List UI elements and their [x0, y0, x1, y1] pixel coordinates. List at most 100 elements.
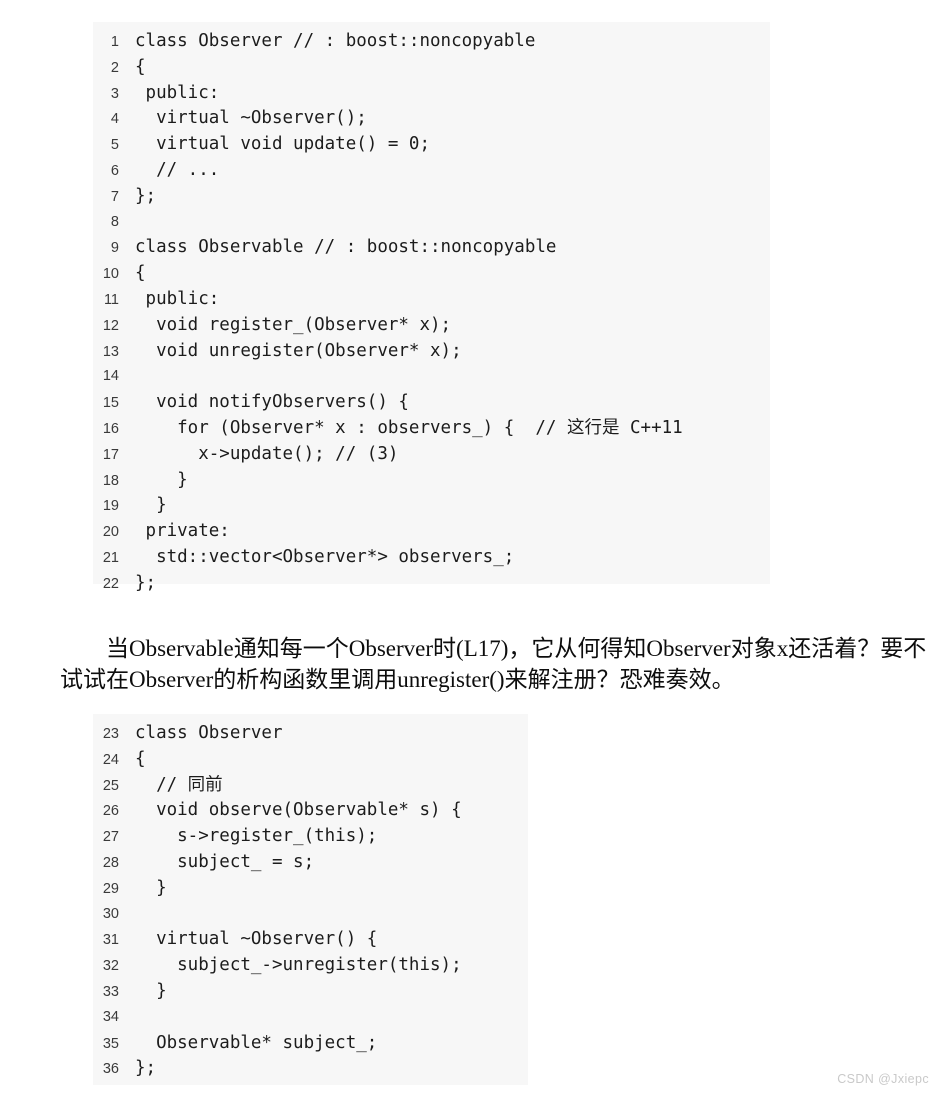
line-number: 3 [110, 85, 119, 102]
line-number: 30 [102, 905, 119, 922]
code-line: 26 void observe(Observable* s) { [93, 798, 528, 824]
code-line: 15 void notifyObservers() { [93, 390, 770, 416]
line-number: 13 [102, 343, 119, 360]
code-source-text: void register_(Observer* x); [135, 314, 452, 335]
csdn-watermark: CSDN @Jxiepc [837, 1072, 929, 1086]
code-line: 35 Observable* subject_; [93, 1031, 528, 1057]
code-line: 11 public: [93, 287, 770, 313]
line-number: 34 [102, 1008, 119, 1025]
code-line: 23 class Observer [93, 721, 528, 747]
line-number: 35 [102, 1035, 119, 1052]
code-line: 5 virtual void update() = 0; [93, 132, 770, 158]
code-line: 31 virtual ~Observer() { [93, 927, 528, 953]
code-source-text: std::vector<Observer*> observers_; [135, 546, 515, 567]
code-line: 25 // 同前 [93, 773, 528, 799]
line-number: 6 [110, 162, 119, 179]
code-line: 9 class Observable // : boost::noncopyabl… [93, 235, 770, 261]
code-source-text: x->update(); // (3) [135, 443, 399, 464]
explanatory-paragraph: 当Observable通知每一个Observer时(L17)，它从何得知Obse… [60, 636, 927, 692]
line-number: 8 [110, 213, 119, 230]
code-line: 33 } [93, 979, 528, 1005]
code-source-text: // ... [135, 159, 220, 180]
line-number: 14 [102, 368, 119, 385]
line-number: 5 [110, 137, 119, 154]
line-number: 1 [110, 34, 119, 50]
code-source-text: class Observer [135, 723, 283, 743]
line-number: 36 [102, 1061, 119, 1078]
code-line: 12 void register_(Observer* x); [93, 313, 770, 339]
code-source-text: void observe(Observable* s) { [135, 800, 462, 821]
line-number: 2 [110, 59, 119, 76]
code-listing-observer-subject: 23 class Observer 24{25 // 同前 26 void obser… [93, 714, 528, 1085]
code-source-text: } [135, 980, 167, 1001]
code-source-text: virtual ~Observer(); [135, 108, 367, 129]
line-number: 26 [102, 803, 119, 820]
code-source-text: { [135, 263, 146, 284]
line-number: 28 [102, 854, 119, 871]
code-line: 13 void unregister(Observer* x); [93, 339, 770, 365]
line-number: 11 [103, 291, 119, 308]
code-line: 16 for (Observer* x : observers_) { // 这… [93, 416, 770, 442]
code-source-text: }; [135, 572, 157, 593]
code-line: 17 x->update(); // (3) [93, 442, 770, 468]
line-number: 23 [102, 726, 119, 742]
code-source-text: class Observable // : boost::noncopyable [135, 237, 557, 258]
code-source-text: // 同前 [135, 774, 223, 795]
code-line: 14 [93, 364, 770, 390]
line-number: 24 [102, 751, 119, 768]
line-number: 16 [102, 420, 119, 437]
line-number: 19 [102, 498, 119, 515]
code-source-text: } [135, 469, 188, 490]
line-number: 9 [110, 240, 119, 257]
line-number: 31 [102, 932, 119, 949]
line-number: 15 [102, 395, 119, 412]
line-number: 17 [102, 446, 119, 463]
code-source-text: Observable* subject_; [135, 1032, 378, 1053]
code-line: 28 subject_ = s; [93, 850, 528, 876]
code-source-text: virtual ~Observer() { [135, 929, 378, 950]
code-source-text: { [135, 748, 146, 769]
code-source-text: private: [135, 521, 230, 542]
code-line: 7}; [93, 184, 770, 210]
line-number: 10 [102, 266, 119, 283]
code-line: 34 [93, 1005, 528, 1031]
code-line: 27 s->register_(this); [93, 824, 528, 850]
code-source-text: }; [135, 185, 157, 206]
code-source-text: public: [135, 288, 220, 309]
code-source-text: { [135, 56, 146, 77]
code-line: 8 [93, 210, 770, 236]
code-source-text: } [135, 877, 167, 898]
code-line: 21 std::vector<Observer*> observers_; [93, 545, 770, 571]
code-line: 20 private: [93, 519, 770, 545]
code-source-text: class Observer // : boost::noncopyable [135, 31, 536, 51]
line-number: 29 [102, 880, 119, 897]
code-line: 2{ [93, 55, 770, 81]
code-source-text: virtual void update() = 0; [135, 134, 431, 155]
line-number: 25 [102, 777, 119, 794]
line-number: 33 [102, 983, 119, 1000]
line-number: 4 [110, 111, 119, 128]
code-line: 36}; [93, 1056, 528, 1082]
code-line: 1 class Observer // : boost::noncopyable [93, 29, 770, 55]
code-line: 30 [93, 902, 528, 928]
line-number: 27 [102, 829, 119, 846]
code-line: 6 // ... [93, 158, 770, 184]
code-line: 32 subject_->unregister(this); [93, 953, 528, 979]
code-source-text: void unregister(Observer* x); [135, 340, 462, 361]
line-number: 12 [102, 317, 119, 334]
code-line: 22}; [93, 571, 770, 597]
code-line: 3 public: [93, 81, 770, 107]
line-number: 22 [102, 575, 119, 592]
code-line: 24 { [93, 747, 528, 773]
code-source-text: void notifyObservers() { [135, 392, 409, 413]
code-source-text: subject_ = s; [135, 851, 315, 872]
code-line: 10 { [93, 261, 770, 287]
code-source-text: }; [135, 1058, 157, 1079]
line-number: 20 [102, 524, 119, 541]
code-source-text: } [135, 495, 167, 516]
code-line: 18 } [93, 468, 770, 494]
line-number: 7 [110, 188, 119, 205]
code-source-text: subject_->unregister(this); [135, 955, 462, 976]
code-source-text: s->register_(this); [135, 826, 378, 847]
code-line: 19 } [93, 493, 770, 519]
